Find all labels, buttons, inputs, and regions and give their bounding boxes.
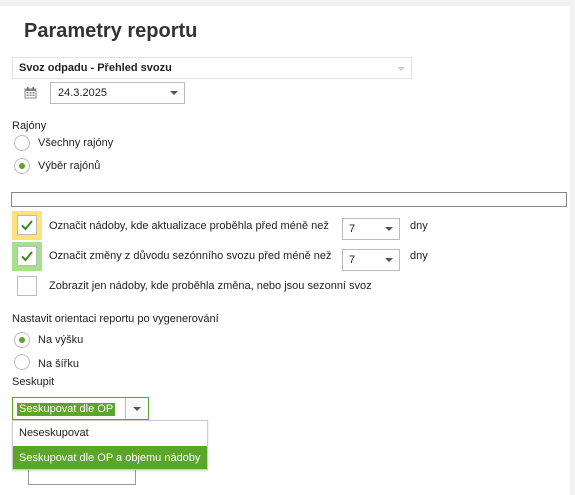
checkmark-icon — [21, 220, 33, 231]
date-value: 24.3.2025 — [58, 87, 107, 99]
radio-select-districts[interactable] — [14, 158, 30, 174]
highlight-update-checkbox-wrap — [12, 211, 42, 240]
update-days-unit: dny — [410, 220, 428, 232]
grouping-option-none-label: Neseskupovat — [19, 427, 89, 439]
update-days-select[interactable]: 7 — [342, 218, 400, 240]
highlight-season-checkbox[interactable] — [17, 246, 37, 266]
grouping-select-value: Seskupovat dle OP — [17, 403, 116, 416]
radio-all-districts[interactable] — [14, 135, 30, 151]
season-days-select[interactable]: 7 — [342, 249, 400, 271]
grouping-dropdown-button[interactable] — [125, 398, 148, 419]
checkmark-icon — [21, 251, 33, 262]
hidden-field — [28, 468, 136, 485]
orientation-heading: Nastavit orientaci reportu po vygenerová… — [12, 313, 219, 325]
radio-select-districts-label: Výběr rajónů — [38, 160, 101, 172]
radio-all-districts-label: Všechny rajóny — [38, 137, 114, 149]
report-parameters-panel: Parametry reportu Svoz odpadu - Přehled … — [0, 6, 570, 495]
changes-only-checkbox[interactable] — [17, 276, 37, 296]
grouping-heading: Seskupit — [12, 376, 55, 388]
date-field[interactable]: 24.3.2025 — [50, 82, 185, 104]
season-days-value: 7 — [349, 254, 356, 266]
chevron-down-icon — [397, 67, 405, 71]
radio-portrait[interactable] — [14, 332, 30, 348]
highlight-update-checkbox[interactable] — [17, 215, 37, 235]
season-days-unit: dny — [410, 250, 428, 262]
highlight-season-checkbox-wrap — [12, 242, 42, 271]
highlight-season-label: Označit změny z důvodu sezónního svozu p… — [49, 250, 332, 262]
grouping-dropdown-list: Neseskupovat Seskupovat dle OP a objemu … — [12, 420, 208, 470]
report-select[interactable]: Svoz odpadu - Přehled svozu — [12, 57, 412, 79]
chevron-down-icon — [170, 91, 178, 95]
chevron-down-icon — [385, 227, 393, 231]
report-select-value: Svoz odpadu - Přehled svozu — [19, 62, 172, 74]
district-selection-field[interactable] — [11, 192, 567, 207]
changes-only-label: Zobrazit jen nádoby, kde proběhla změna,… — [49, 280, 372, 292]
chevron-down-icon — [385, 258, 393, 262]
grouping-option-op-volume[interactable]: Seskupovat dle OP a objemu nádoby — [13, 446, 207, 469]
radio-portrait-label: Na výšku — [38, 334, 84, 346]
grouping-select[interactable]: Seskupovat dle OP — [12, 397, 149, 420]
update-days-value: 7 — [349, 223, 356, 235]
highlight-update-label: Označit nádoby, kde aktualizace proběhla… — [49, 220, 329, 232]
districts-heading: Rajóny — [12, 120, 47, 132]
changes-only-checkbox-wrap — [12, 272, 42, 301]
grouping-option-none[interactable]: Neseskupovat — [13, 421, 207, 444]
chevron-down-icon — [133, 407, 141, 411]
grouping-option-op-volume-label: Seskupovat dle OP a objemu nádoby — [19, 452, 201, 464]
radio-landscape[interactable] — [14, 354, 30, 370]
page-title: Parametry reportu — [24, 20, 198, 42]
calendar-icon[interactable] — [24, 87, 37, 99]
radio-landscape-label: Na šířku — [38, 358, 79, 370]
